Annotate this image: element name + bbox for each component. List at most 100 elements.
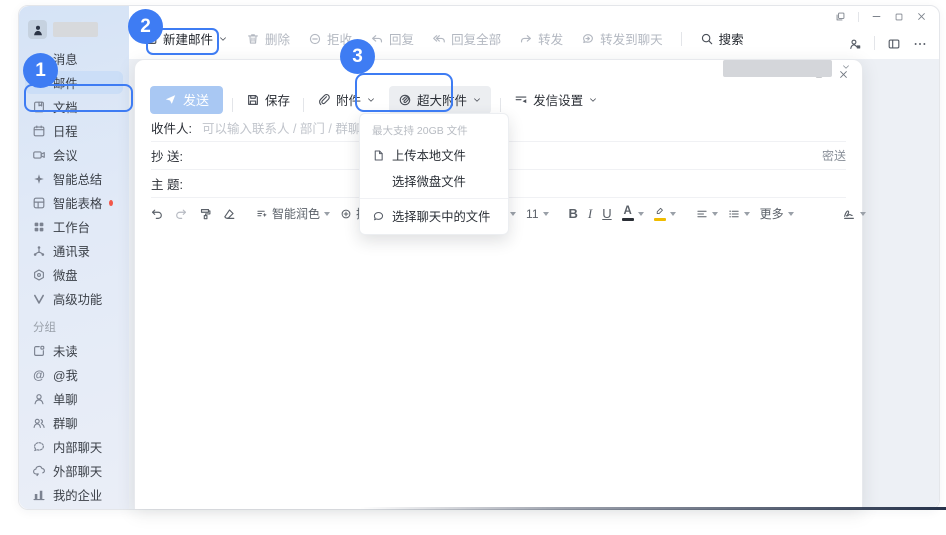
- top-toolbar: 新建邮件 删除 拒收 回复 回复全部 转发 转发到聊天 搜索: [129, 6, 939, 59]
- split-view-icon[interactable]: [887, 37, 901, 51]
- forward-to-chat-button[interactable]: 转发到聊天: [581, 29, 663, 48]
- divider: [303, 98, 305, 112]
- delete-button[interactable]: 删除: [246, 29, 290, 48]
- reply-icon: [370, 32, 384, 46]
- eraser-icon[interactable]: [222, 207, 236, 221]
- menu-item-choose-chat-file[interactable]: 选择聊天中的文件: [360, 203, 508, 229]
- sidebar-item-workbench[interactable]: 工作台: [25, 215, 123, 238]
- from-account-redacted[interactable]: [723, 60, 832, 77]
- caret: [637, 211, 644, 216]
- new-mail-button[interactable]: 新建邮件: [144, 29, 228, 48]
- avatar[interactable]: [28, 20, 47, 39]
- sidebar-item-contacts[interactable]: 通讯录: [25, 239, 123, 262]
- more-button[interactable]: 更多: [760, 205, 794, 222]
- sidebar-item-label: 消息: [53, 52, 78, 67]
- minimize-icon[interactable]: [871, 11, 882, 22]
- undo-icon[interactable]: [150, 207, 164, 221]
- italic-button[interactable]: I: [588, 206, 592, 222]
- contact-card-icon[interactable]: [848, 37, 862, 51]
- sidebar-item-label: @我: [53, 368, 78, 383]
- unread-icon: [32, 344, 46, 358]
- font-size-select[interactable]: 11: [526, 207, 549, 221]
- attachment-button[interactable]: 附件: [313, 86, 380, 114]
- bcc-link[interactable]: 密送: [822, 147, 846, 164]
- chat-forward-icon: [581, 32, 595, 46]
- internal-chat-icon: [32, 440, 46, 454]
- sidebar-item-unread[interactable]: 未读: [25, 339, 123, 362]
- align-icon: [696, 208, 708, 220]
- sidebar-item-drive[interactable]: 微盘: [25, 263, 123, 286]
- sidebar-item-internal-chat[interactable]: 内部聊天: [25, 435, 123, 458]
- sidebar-item-label: 我的企业: [53, 488, 103, 503]
- forward-button[interactable]: 转发: [519, 29, 563, 48]
- search-icon: [700, 32, 714, 46]
- sidebar-item-label: 高级功能: [53, 292, 103, 307]
- save-icon: [246, 93, 260, 107]
- sidebar-item-smart-summary[interactable]: 智能总结: [25, 167, 123, 190]
- caret: [711, 211, 718, 216]
- chevron-down-icon: [588, 95, 598, 105]
- search-button[interactable]: 搜索: [700, 29, 744, 48]
- sidebar: 消息 邮件 文档 日程 会议 智能总结 智能表格 工作台 通讯录 微盘 高级功能…: [19, 6, 129, 509]
- sidebar-item-meeting[interactable]: 会议: [25, 143, 123, 166]
- caret: [542, 211, 549, 216]
- profile[interactable]: [28, 20, 129, 39]
- divider: [680, 32, 682, 46]
- signature-button[interactable]: [842, 207, 866, 221]
- sidebar-item-single-chat[interactable]: 单聊: [25, 387, 123, 410]
- menu-item-choose-drive[interactable]: 选择微盘文件: [360, 168, 508, 194]
- save-button[interactable]: 保存: [242, 86, 294, 114]
- sidebar-item-label: 日程: [53, 124, 78, 139]
- sidebar-item-label: 内部聊天: [53, 440, 103, 455]
- compose-icon: [144, 32, 158, 46]
- app-window: 消息 邮件 文档 日程 会议 智能总结 智能表格 工作台 通讯录 微盘 高级功能…: [18, 5, 940, 510]
- format-painter-icon[interactable]: [198, 207, 212, 221]
- popout-icon[interactable]: [835, 11, 846, 22]
- underline-button[interactable]: U: [602, 206, 611, 221]
- divider: [500, 98, 502, 112]
- font-color-button[interactable]: A: [621, 205, 644, 222]
- reply-button[interactable]: 回复: [370, 29, 414, 48]
- polish-icon: [256, 208, 268, 220]
- send-button[interactable]: 发送: [150, 85, 224, 114]
- sidebar-item-label: 工作台: [53, 220, 90, 235]
- reject-button[interactable]: 拒收: [308, 29, 352, 48]
- sidebar-item-advanced[interactable]: 高级功能: [25, 287, 123, 310]
- chat-icon: [372, 210, 385, 223]
- sidebar-item-group-chat[interactable]: 群聊: [25, 411, 123, 434]
- chevron-down-icon: [472, 95, 482, 105]
- menu-item-upload-local[interactable]: 上传本地文件: [360, 142, 508, 168]
- align-button[interactable]: [696, 208, 718, 220]
- contacts-icon: [32, 244, 46, 258]
- smart-polish-button[interactable]: 智能润色: [256, 205, 331, 222]
- sidebar-item-docs[interactable]: 文档: [25, 95, 123, 118]
- sidebar-item-mail[interactable]: 邮件: [25, 71, 123, 94]
- sidebar-item-smart-table[interactable]: 智能表格: [25, 191, 123, 214]
- close-icon[interactable]: [916, 11, 927, 22]
- bold-button[interactable]: B: [569, 206, 578, 221]
- caret: [669, 211, 676, 216]
- group-chat-icon: [32, 416, 46, 430]
- chevron-down-icon[interactable]: [841, 62, 851, 72]
- single-chat-icon: [32, 392, 46, 406]
- sidebar-item-at-me[interactable]: @ @我: [25, 363, 123, 386]
- font-color-icon: A: [621, 205, 634, 222]
- sidebar-item-my-enterprise[interactable]: 我的企业: [25, 483, 123, 506]
- maximize-icon[interactable]: [894, 12, 904, 22]
- more-icon[interactable]: [913, 37, 927, 51]
- sidebar-item-label: 外部聊天: [53, 464, 103, 479]
- reply-all-button[interactable]: 回复全部: [432, 29, 501, 48]
- sidebar-item-calendar[interactable]: 日程: [25, 119, 123, 142]
- sidebar-item-external-chat[interactable]: 外部聊天: [25, 459, 123, 482]
- divider: [874, 36, 875, 50]
- list-button[interactable]: [728, 208, 750, 220]
- redo-icon[interactable]: [174, 207, 188, 221]
- sidebar-item-label: 群聊: [53, 416, 78, 431]
- send-settings-button[interactable]: 发信设置: [510, 86, 602, 114]
- mega-attachment-button[interactable]: 超大附件: [389, 85, 492, 114]
- mail-icon: [32, 76, 46, 90]
- sidebar-item-messages[interactable]: 消息: [25, 47, 123, 70]
- forward-icon: [519, 32, 533, 46]
- caret: [324, 211, 331, 216]
- highlight-button[interactable]: [653, 206, 676, 221]
